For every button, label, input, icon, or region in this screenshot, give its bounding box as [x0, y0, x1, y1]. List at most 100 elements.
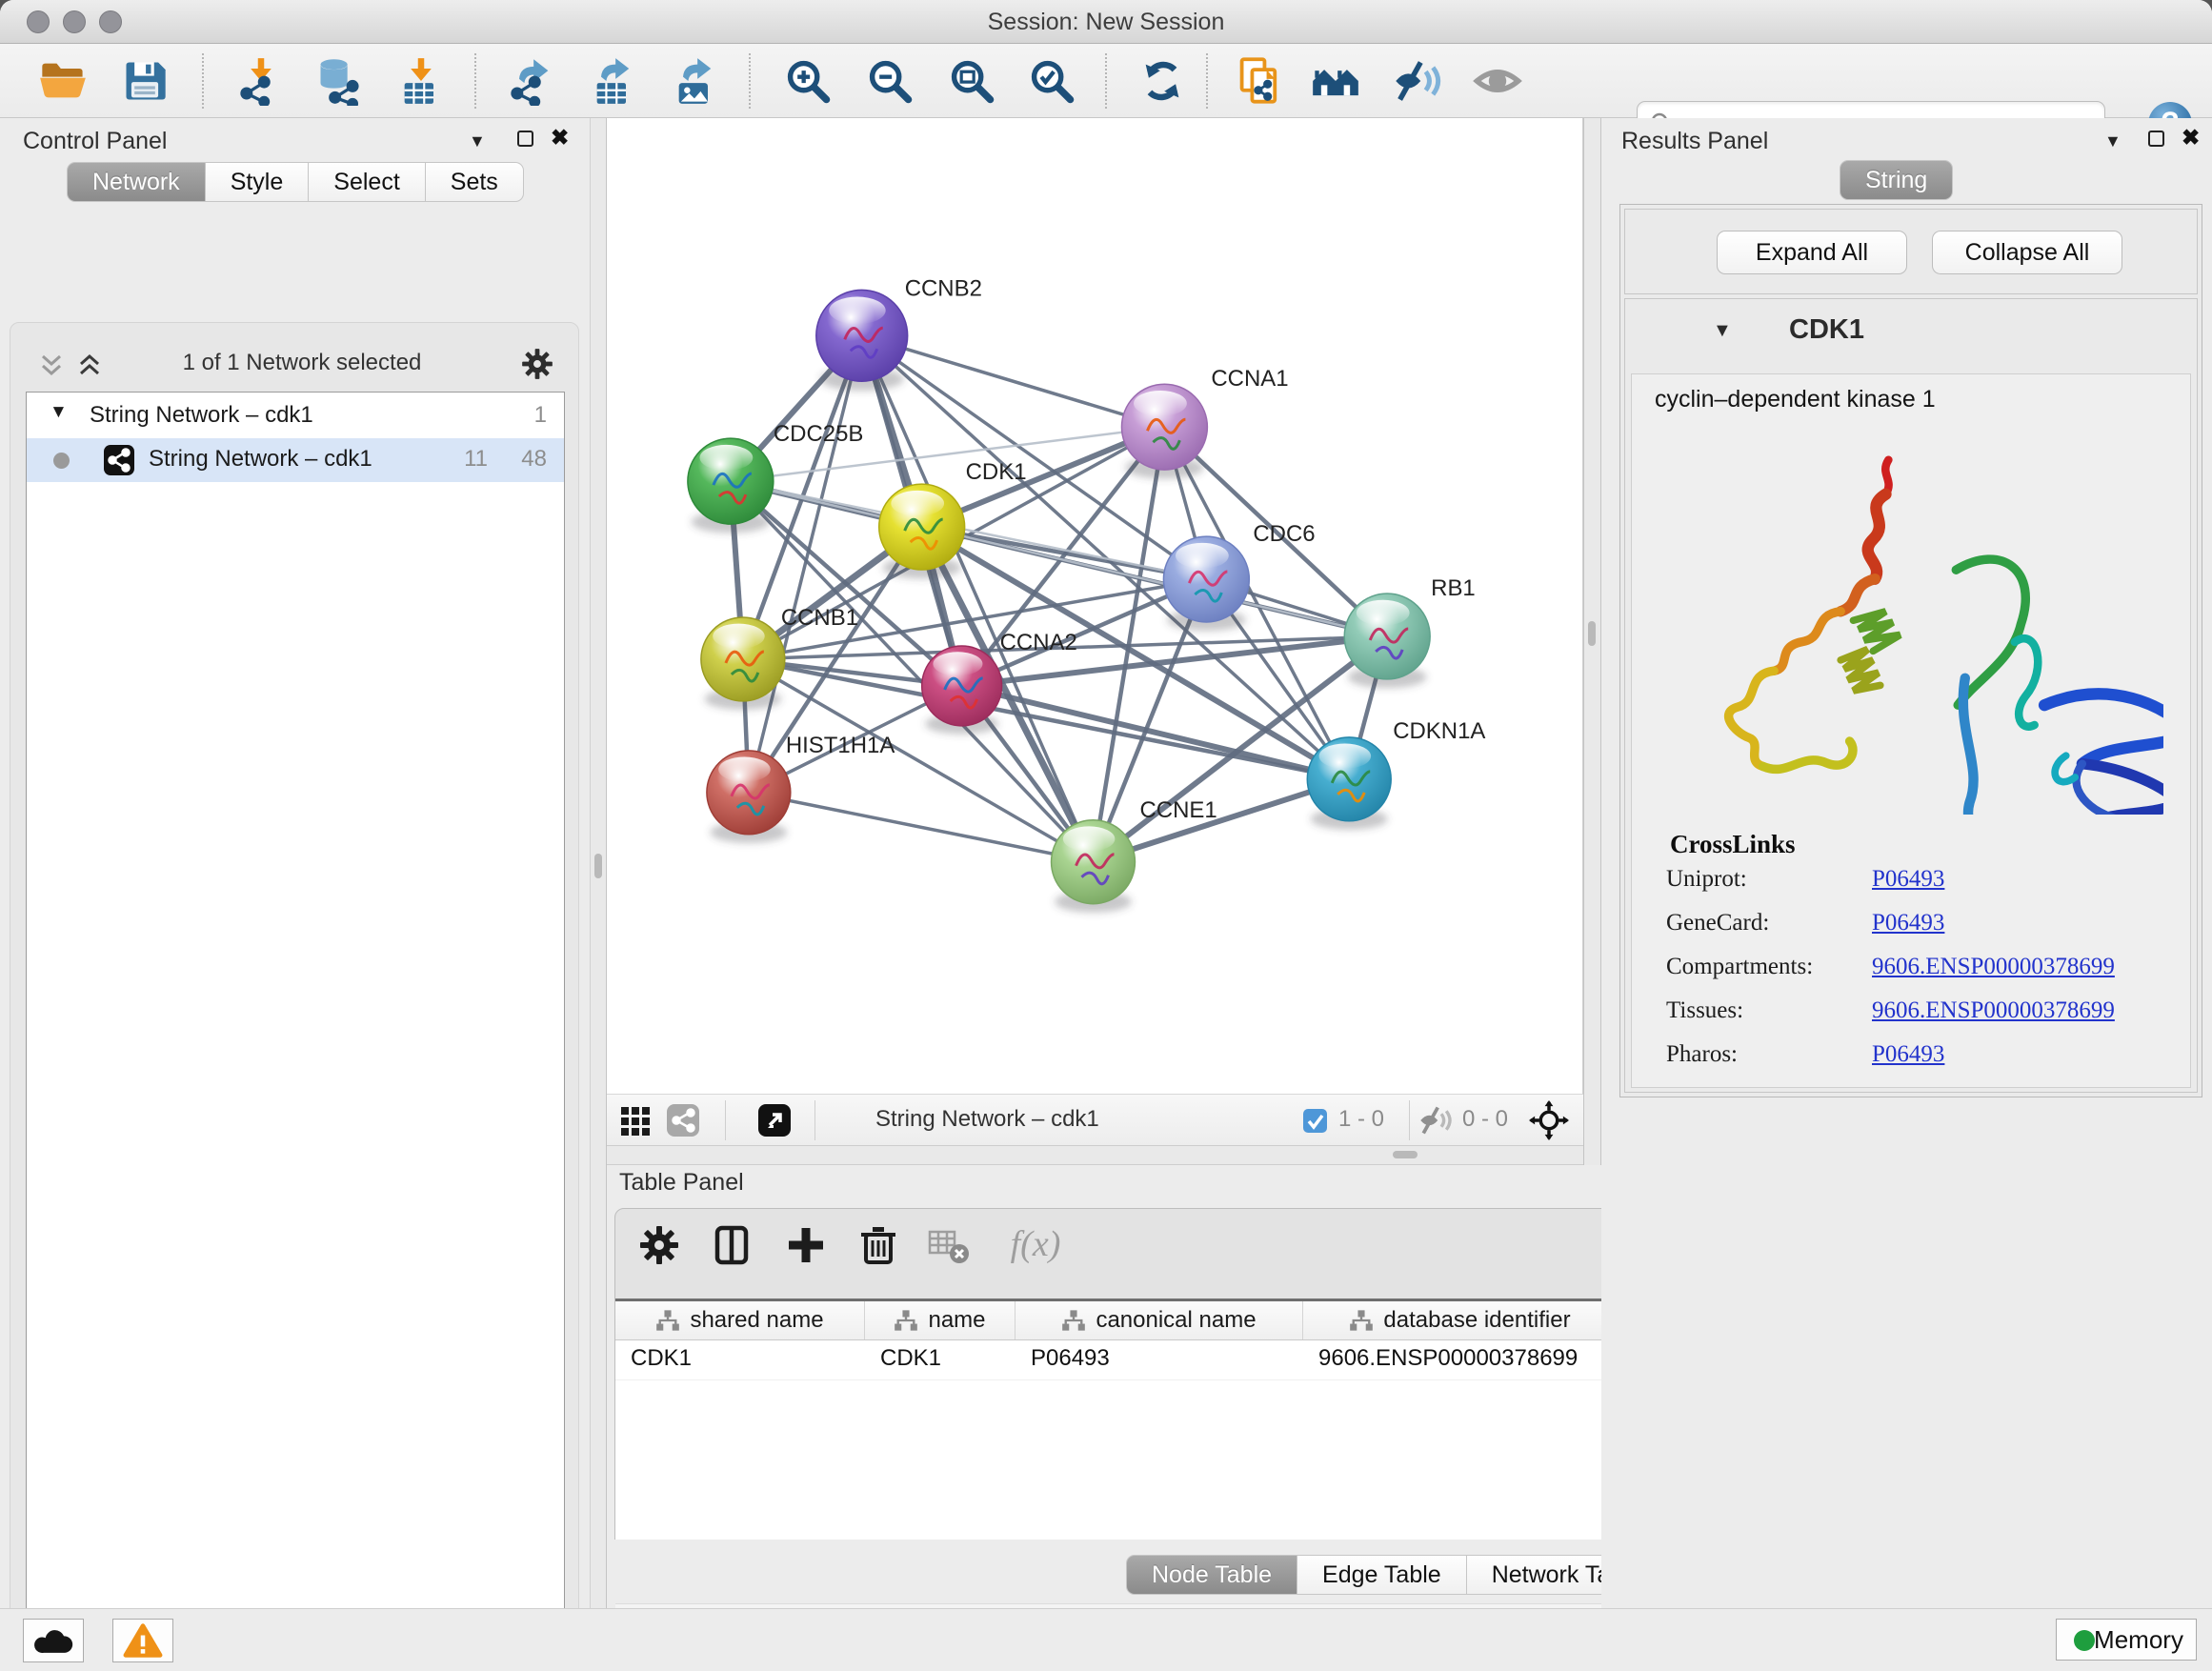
- edge-CCNB2-CCNE1[interactable]: [862, 335, 1094, 861]
- node-CCNA1[interactable]: CCNA1: [1121, 366, 1288, 478]
- crosslink-link[interactable]: 9606.ENSP00000378699: [1872, 954, 2115, 980]
- node-HIST1H1A[interactable]: HIST1H1A: [707, 733, 895, 843]
- control-panel-menu-icon[interactable]: ▼: [469, 131, 486, 151]
- crosslink-link[interactable]: P06493: [1872, 866, 1944, 893]
- splitter-handle[interactable]: [594, 854, 602, 878]
- table-panel-splitter[interactable]: [607, 1145, 1583, 1165]
- copy-network-icon[interactable]: [1235, 56, 1284, 106]
- network-node-count: 11: [464, 446, 488, 473]
- node-CCNA2[interactable]: CCNA2: [922, 630, 1077, 735]
- show-hidden-icon[interactable]: [1473, 56, 1522, 106]
- splitter-handle[interactable]: [1393, 1151, 1418, 1158]
- crosslink-link[interactable]: 9606.ENSP00000378699: [1872, 997, 2115, 1024]
- table-cell[interactable]: 9606.ENSP00000378699: [1303, 1340, 1618, 1379]
- table-cell[interactable]: CDK1: [865, 1340, 1016, 1379]
- selected-checkbox-icon[interactable]: [1302, 1108, 1328, 1134]
- cloud-status-button[interactable]: [23, 1619, 84, 1662]
- save-session-icon[interactable]: [120, 56, 170, 106]
- node-CCNE1[interactable]: CCNE1: [1052, 797, 1217, 913]
- table-cell[interactable]: P06493: [1016, 1340, 1303, 1379]
- import-table-file-icon[interactable]: [396, 56, 446, 106]
- zoom-in-icon[interactable]: [783, 56, 833, 106]
- network-options-gear-icon[interactable]: [519, 346, 555, 382]
- results-panel-float-icon[interactable]: [2148, 131, 2164, 151]
- hide-selected-icon[interactable]: [1393, 56, 1442, 106]
- column-type-icon: [1349, 1309, 1374, 1332]
- edge-CCNB2-HIST1H1A[interactable]: [749, 335, 862, 793]
- collapse-entry-icon[interactable]: ▼: [1713, 320, 1732, 342]
- crosslink-label: Tissues:: [1666, 997, 1743, 1023]
- collection-count: 1: [534, 402, 547, 429]
- column-header-canonical-name[interactable]: canonical name: [1016, 1301, 1303, 1339]
- edge-CCNB2-CCNA1[interactable]: [862, 335, 1165, 427]
- export-image-icon[interactable]: [671, 56, 720, 106]
- export-network-file-icon[interactable]: [507, 56, 556, 106]
- zoom-fit-icon[interactable]: [947, 56, 996, 106]
- crosslink-link[interactable]: P06493: [1872, 910, 1944, 936]
- network-tree-header: 1 of 1 Network selected: [26, 344, 565, 388]
- column-header-database-identifier[interactable]: database identifier: [1303, 1301, 1618, 1339]
- tab-sets[interactable]: Sets: [426, 162, 524, 202]
- main-toolbar: ?: [0, 44, 2212, 118]
- node-CCNB2[interactable]: CCNB2: [816, 275, 982, 391]
- grid-view-icon[interactable]: [618, 1103, 653, 1137]
- collapse-all-button[interactable]: Collapse All: [1932, 231, 2122, 274]
- control-panel-splitter[interactable]: [590, 118, 607, 1608]
- network-list-icon[interactable]: [666, 1103, 700, 1137]
- collapse-all-icon[interactable]: [37, 352, 66, 380]
- tab-node-table[interactable]: Node Table: [1126, 1555, 1297, 1595]
- collection-expand-icon[interactable]: ▼: [50, 402, 68, 423]
- column-header-shared-name[interactable]: shared name: [615, 1301, 865, 1339]
- zoom-out-icon[interactable]: [865, 56, 915, 106]
- node-label-CCNE1: CCNE1: [1139, 797, 1217, 823]
- toolbar-separator: [1206, 53, 1208, 109]
- table-options-gear-icon[interactable]: [636, 1222, 682, 1268]
- node-label-CCNA2: CCNA2: [1000, 630, 1077, 655]
- import-network-database-icon[interactable]: [314, 56, 364, 106]
- column-header-name[interactable]: name: [865, 1301, 1016, 1339]
- warnings-button[interactable]: [112, 1619, 173, 1662]
- control-panel-tabs: NetworkStyleSelectSets: [67, 162, 524, 202]
- node-details-header[interactable]: ▼ CDK1: [1625, 299, 2197, 372]
- node-label-CDKN1A: CDKN1A: [1393, 718, 1485, 744]
- node-CDC25B[interactable]: CDC25B: [688, 421, 863, 533]
- results-panel-menu-icon[interactable]: ▼: [2104, 131, 2122, 151]
- node-label-CDC6: CDC6: [1253, 521, 1315, 547]
- control-panel-float-icon[interactable]: [517, 131, 533, 151]
- cloud-icon: [32, 1621, 74, 1660]
- control-panel-close-icon[interactable]: ✖: [551, 125, 569, 151]
- open-session-icon[interactable]: [38, 56, 88, 106]
- network-canvas[interactable]: CCNB2CCNA1CDC25BCDK1CDC6RB1CCNB1CCNA2CDK…: [607, 118, 1583, 1094]
- tab-network[interactable]: Network: [67, 162, 206, 202]
- detach-view-icon[interactable]: [757, 1103, 792, 1137]
- network-row[interactable]: String Network – cdk1 11 48: [27, 438, 564, 482]
- show-columns-icon[interactable]: [709, 1222, 754, 1268]
- delete-column-icon[interactable]: [855, 1222, 901, 1268]
- expand-all-icon[interactable]: [75, 352, 104, 380]
- column-type-icon: [655, 1309, 680, 1332]
- tab-edge-table[interactable]: Edge Table: [1297, 1555, 1467, 1595]
- results-panel-close-icon[interactable]: ✖: [2182, 125, 2200, 151]
- network-collection-row[interactable]: ▼ String Network – cdk1 1: [27, 394, 564, 438]
- node-CDKN1A[interactable]: CDKN1A: [1307, 718, 1485, 830]
- splitter-handle[interactable]: [1588, 621, 1596, 646]
- crosslink-link[interactable]: P06493: [1872, 1041, 1944, 1068]
- tab-select[interactable]: Select: [309, 162, 425, 202]
- birdseye-crosshair-icon[interactable]: [1529, 1100, 1569, 1140]
- zoom-selected-icon[interactable]: [1027, 56, 1076, 106]
- create-column-icon[interactable]: [783, 1222, 829, 1268]
- expand-all-button[interactable]: Expand All: [1717, 231, 1907, 274]
- export-table-file-icon[interactable]: [589, 56, 638, 106]
- node-RB1[interactable]: RB1: [1344, 575, 1476, 688]
- import-network-file-icon[interactable]: [236, 56, 286, 106]
- apply-layout-icon[interactable]: [1137, 56, 1187, 106]
- tab-string[interactable]: String: [1840, 160, 1953, 200]
- tab-style[interactable]: Style: [206, 162, 310, 202]
- results-panel-title: Results Panel: [1621, 128, 1768, 155]
- memory-button[interactable]: Memory: [2056, 1619, 2197, 1661]
- control-panel-title: Control Panel: [23, 128, 167, 155]
- home-networks-icon[interactable]: [1311, 56, 1360, 106]
- network-tab-content: 1 of 1 Network selected ▼ String Network…: [10, 322, 579, 1671]
- table-cell[interactable]: CDK1: [615, 1340, 865, 1379]
- edge-CCNE1-HIST1H1A[interactable]: [749, 793, 1094, 862]
